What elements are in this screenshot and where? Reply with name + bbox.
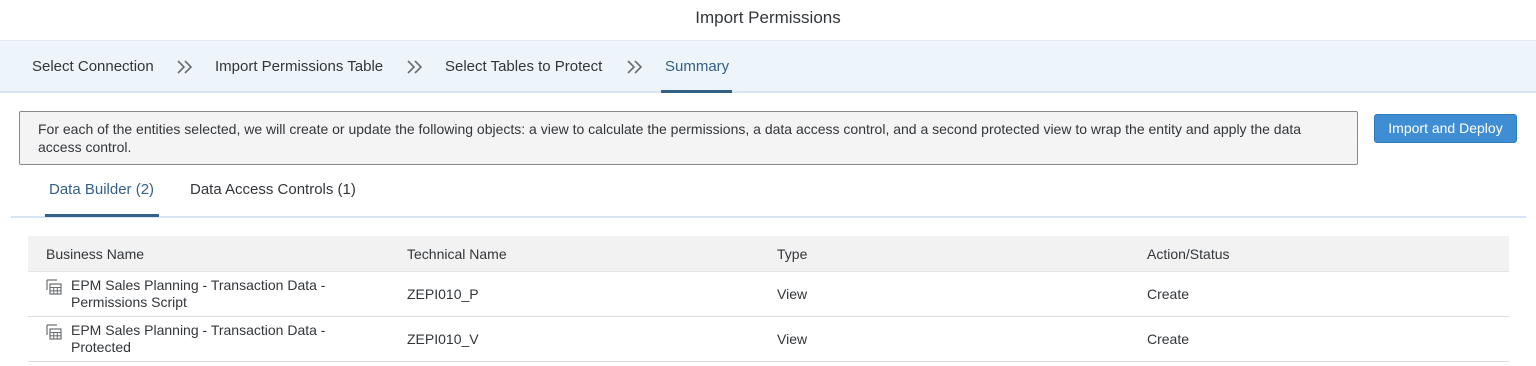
technical-name-cell: ZEPI010_V [407, 331, 479, 347]
import-permissions-dialog: Import Permissions Select Connection Imp… [0, 0, 1536, 366]
column-header-action-status[interactable]: Action/Status [1147, 236, 1230, 272]
type-cell: View [777, 331, 808, 347]
import-and-deploy-button[interactable]: Import and Deploy [1374, 114, 1517, 143]
type-cell: View [777, 286, 808, 302]
table-header: Business Name Technical Name Type Action… [28, 236, 1509, 272]
info-message: For each of the entities selected, we wi… [19, 111, 1358, 165]
column-header-type[interactable]: Type [777, 236, 807, 272]
action-status-cell: Create [1147, 331, 1190, 347]
tab-data-builder[interactable]: Data Builder (2) [49, 170, 154, 216]
wizard-steps: Select Connection Import Permissions Tab… [0, 40, 1536, 93]
active-tab-indicator [45, 214, 159, 217]
tab-bar: Data Builder (2) Data Access Controls (1… [11, 170, 1526, 218]
tab-data-access-controls[interactable]: Data Access Controls (1) [190, 170, 356, 216]
technical-name-cell: ZEPI010_P [407, 286, 479, 302]
column-header-technical-name[interactable]: Technical Name [407, 236, 507, 272]
business-name-cell: EPM Sales Planning - Transaction Data - … [71, 322, 326, 355]
double-chevron-right-icon [177, 60, 193, 74]
double-chevron-right-icon [407, 60, 423, 74]
step-summary[interactable]: Summary [665, 41, 729, 92]
view-table-icon [46, 279, 62, 295]
view-table-icon [46, 324, 62, 340]
double-chevron-right-icon [627, 60, 643, 74]
table-row[interactable]: EPM Sales Planning - Transaction Data - … [28, 317, 1509, 362]
column-header-business-name[interactable]: Business Name [46, 236, 144, 272]
step-import-permissions-table[interactable]: Import Permissions Table [215, 41, 383, 92]
step-select-connection[interactable]: Select Connection [32, 41, 154, 92]
table-row[interactable]: EPM Sales Planning - Transaction Data - … [28, 272, 1509, 317]
action-status-cell: Create [1147, 286, 1190, 302]
business-name-cell: EPM Sales Planning - Transaction Data - … [71, 277, 326, 310]
step-select-tables-to-protect[interactable]: Select Tables to Protect [445, 41, 602, 92]
active-step-indicator [661, 90, 732, 93]
page-title: Import Permissions [0, 0, 1536, 40]
objects-table: Business Name Technical Name Type Action… [28, 236, 1509, 362]
